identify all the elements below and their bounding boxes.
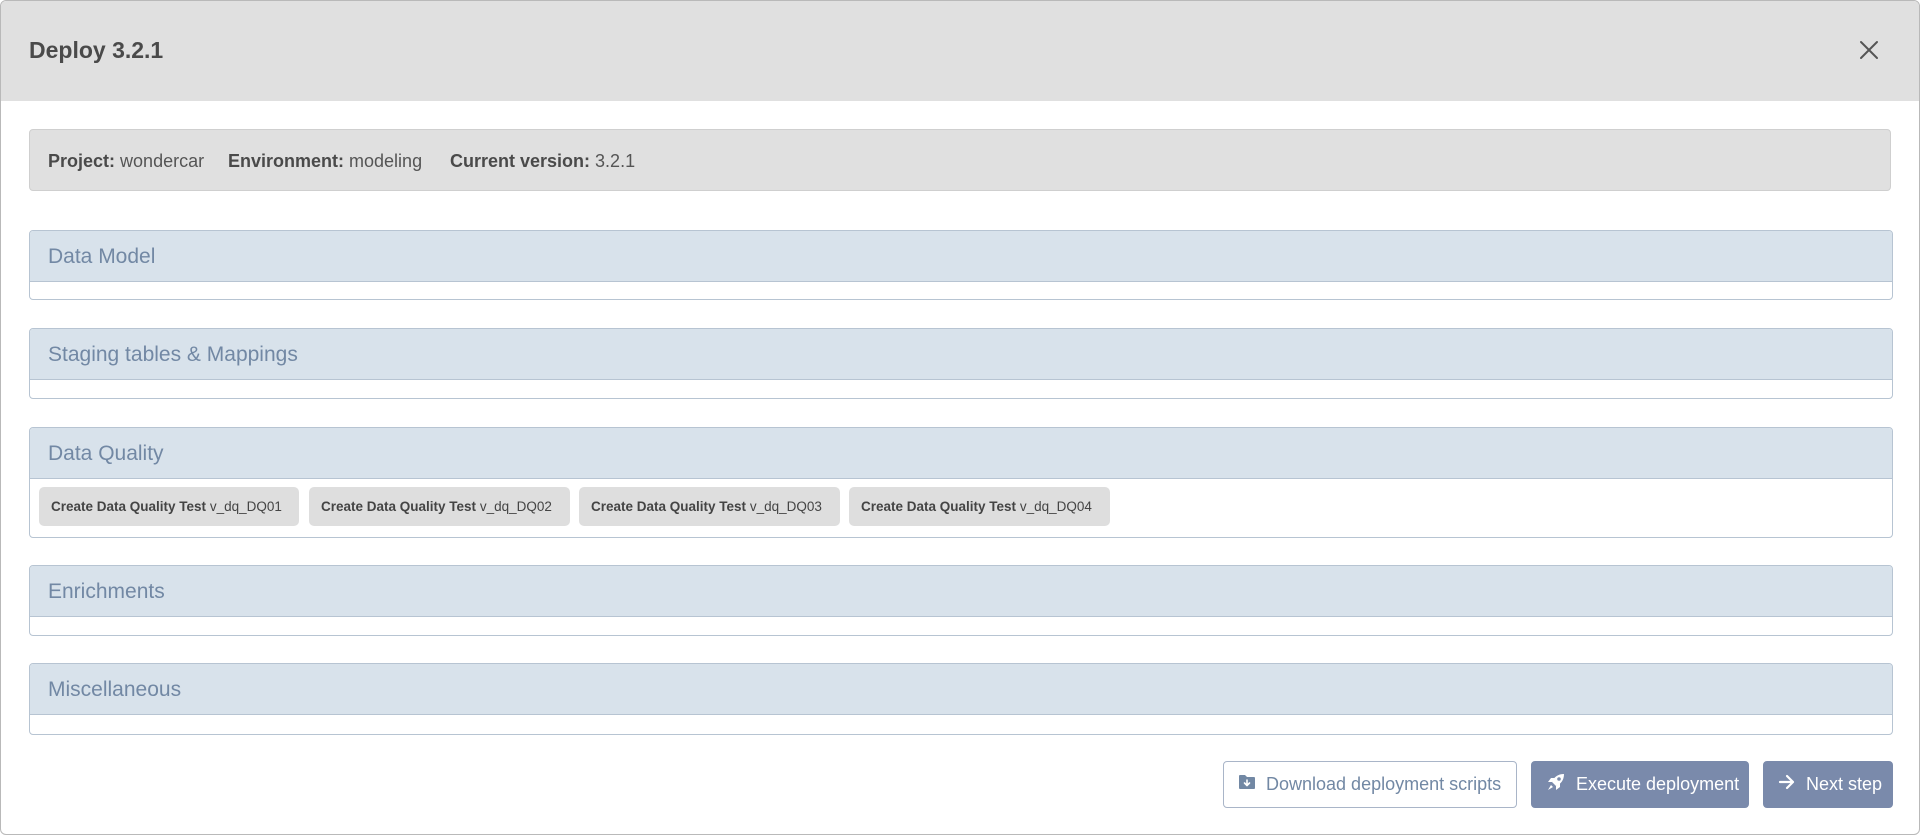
section-miscellaneous: Miscellaneous xyxy=(29,663,1893,735)
modal-title: Deploy 3.2.1 xyxy=(29,37,164,63)
section-header[interactable]: Staging tables & Mappings xyxy=(30,329,1892,380)
environment-label: Environment: xyxy=(228,151,345,171)
rocket-icon xyxy=(1546,772,1566,797)
dq-test-badge[interactable]: Create Data Quality Test v_dq_DQ02 xyxy=(309,487,570,526)
section-data-quality: Data Quality Create Data Quality Test v_… xyxy=(29,427,1893,538)
dq-test-badge[interactable]: Create Data Quality Test v_dq_DQ01 xyxy=(39,487,299,526)
download-label: Download deployment scripts xyxy=(1266,774,1502,794)
project-value: wondercar xyxy=(120,151,205,171)
deployment-info-bar: Project: wondercar Environment: modeling… xyxy=(29,129,1891,191)
dq-test-badge[interactable]: Create Data Quality Test v_dq_DQ03 xyxy=(579,487,840,526)
next-step-button[interactable]: Next step xyxy=(1763,761,1893,808)
version-value: 3.2.1 xyxy=(595,151,636,171)
folder-download-icon xyxy=(1238,774,1256,795)
section-staging-tables-mappings: Staging tables & Mappings xyxy=(29,328,1893,399)
arrow-right-icon xyxy=(1778,774,1796,795)
project-label: Project: xyxy=(48,151,116,171)
section-title: Miscellaneous xyxy=(48,678,182,701)
section-header[interactable]: Enrichments xyxy=(30,566,1892,617)
section-title: Staging tables & Mappings xyxy=(48,343,298,366)
section-title: Data Quality xyxy=(48,442,164,465)
section-title: Enrichments xyxy=(48,580,165,603)
section-header[interactable]: Data Quality xyxy=(30,428,1892,479)
deploy-modal: Deploy 3.2.1 Project: wondercar Environm… xyxy=(0,0,1920,835)
project-info: Project: wondercar xyxy=(48,151,204,172)
next-label: Next step xyxy=(1806,774,1883,794)
execute-label: Execute deployment xyxy=(1576,774,1740,794)
section-enrichments: Enrichments xyxy=(29,565,1893,636)
modal-header: Deploy 3.2.1 xyxy=(1,1,1919,101)
environment-value: modeling xyxy=(349,151,423,171)
download-deployment-scripts-button[interactable]: Download deployment scripts xyxy=(1223,761,1517,808)
close-icon xyxy=(1860,41,1878,59)
section-header[interactable]: Miscellaneous xyxy=(30,664,1892,715)
version-info: Current version: 3.2.1 xyxy=(450,151,635,172)
section-header[interactable]: Data Model xyxy=(30,231,1892,282)
environment-info: Environment: modeling xyxy=(228,151,422,172)
section-data-model: Data Model xyxy=(29,230,1893,300)
close-button[interactable] xyxy=(1857,38,1881,62)
section-title: Data Model xyxy=(48,245,156,268)
version-label: Current version: xyxy=(450,151,591,171)
execute-deployment-button[interactable]: Execute deployment xyxy=(1531,761,1749,808)
dq-test-badge[interactable]: Create Data Quality Test v_dq_DQ04 xyxy=(849,487,1110,526)
